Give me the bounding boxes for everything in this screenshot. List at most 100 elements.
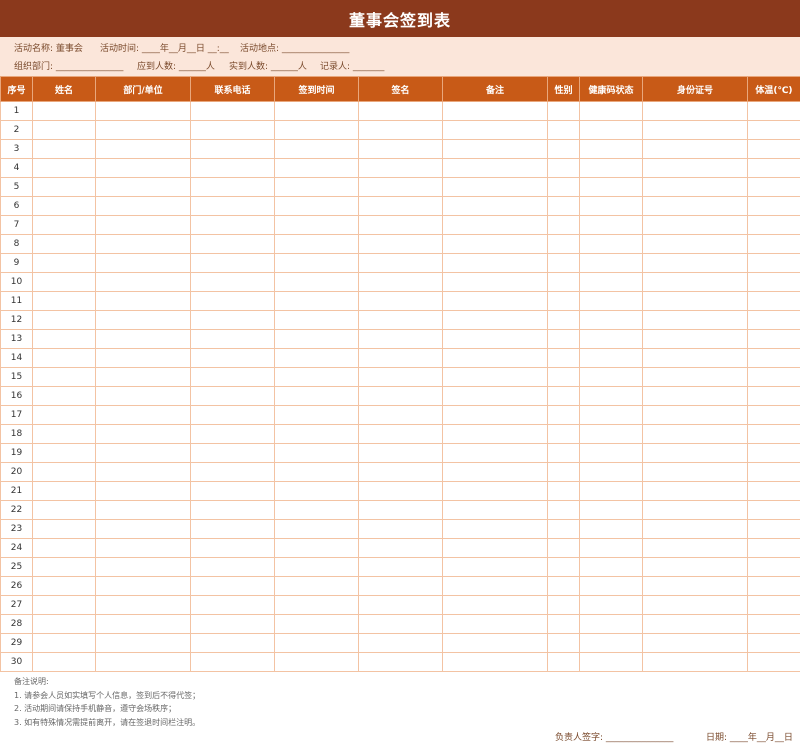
input-cell[interactable] — [358, 177, 443, 197]
input-cell[interactable] — [274, 538, 359, 558]
input-cell[interactable] — [32, 101, 96, 121]
input-cell[interactable] — [747, 652, 800, 672]
input-cell[interactable] — [547, 139, 580, 159]
input-cell[interactable] — [190, 652, 275, 672]
input-cell[interactable] — [274, 310, 359, 330]
input-cell[interactable] — [190, 291, 275, 311]
input-cell[interactable] — [95, 177, 191, 197]
input-cell[interactable] — [358, 348, 443, 368]
input-cell[interactable] — [190, 177, 275, 197]
input-cell[interactable] — [274, 386, 359, 406]
input-cell[interactable] — [442, 614, 548, 634]
input-cell[interactable] — [747, 519, 800, 539]
input-cell[interactable] — [747, 120, 800, 140]
input-cell[interactable] — [747, 139, 800, 159]
activity-time-field[interactable]: 活动时间: ____年__月__日 __:__ — [100, 41, 229, 54]
input-cell[interactable] — [190, 367, 275, 387]
input-cell[interactable] — [358, 424, 443, 444]
input-cell[interactable] — [274, 329, 359, 349]
input-cell[interactable] — [547, 367, 580, 387]
input-cell[interactable] — [642, 633, 748, 653]
input-cell[interactable] — [442, 177, 548, 197]
input-cell[interactable] — [747, 576, 800, 596]
input-cell[interactable] — [547, 538, 580, 558]
input-cell[interactable] — [95, 120, 191, 140]
input-cell[interactable] — [442, 538, 548, 558]
input-cell[interactable] — [747, 443, 800, 463]
input-cell[interactable] — [747, 557, 800, 577]
activity-place-field[interactable]: 活动地点: _______________ — [240, 41, 349, 54]
input-cell[interactable] — [190, 272, 275, 292]
input-cell[interactable] — [358, 139, 443, 159]
input-cell[interactable] — [358, 500, 443, 520]
input-cell[interactable] — [642, 614, 748, 634]
input-cell[interactable] — [32, 538, 96, 558]
input-cell[interactable] — [274, 519, 359, 539]
input-cell[interactable] — [547, 272, 580, 292]
input-cell[interactable] — [358, 253, 443, 273]
input-cell[interactable] — [579, 614, 643, 634]
input-cell[interactable] — [274, 196, 359, 216]
input-cell[interactable] — [32, 557, 96, 577]
input-cell[interactable] — [358, 595, 443, 615]
input-cell[interactable] — [642, 139, 748, 159]
input-cell[interactable] — [32, 272, 96, 292]
input-cell[interactable] — [747, 500, 800, 520]
input-cell[interactable] — [190, 405, 275, 425]
input-cell[interactable] — [579, 595, 643, 615]
input-cell[interactable] — [442, 139, 548, 159]
input-cell[interactable] — [32, 291, 96, 311]
input-cell[interactable] — [442, 253, 548, 273]
input-cell[interactable] — [442, 462, 548, 482]
input-cell[interactable] — [274, 633, 359, 653]
input-cell[interactable] — [32, 386, 96, 406]
input-cell[interactable] — [274, 234, 359, 254]
input-cell[interactable] — [547, 595, 580, 615]
input-cell[interactable] — [747, 614, 800, 634]
input-cell[interactable] — [274, 101, 359, 121]
input-cell[interactable] — [747, 291, 800, 311]
input-cell[interactable] — [579, 367, 643, 387]
input-cell[interactable] — [358, 367, 443, 387]
input-cell[interactable] — [95, 614, 191, 634]
input-cell[interactable] — [95, 158, 191, 178]
input-cell[interactable] — [358, 120, 443, 140]
input-cell[interactable] — [442, 443, 548, 463]
input-cell[interactable] — [747, 367, 800, 387]
date-field[interactable]: 日期: ____年__月__日 — [706, 730, 793, 743]
input-cell[interactable] — [274, 272, 359, 292]
input-cell[interactable] — [32, 120, 96, 140]
input-cell[interactable] — [95, 481, 191, 501]
input-cell[interactable] — [190, 424, 275, 444]
input-cell[interactable] — [747, 348, 800, 368]
input-cell[interactable] — [747, 101, 800, 121]
input-cell[interactable] — [547, 386, 580, 406]
input-cell[interactable] — [579, 272, 643, 292]
input-cell[interactable] — [547, 576, 580, 596]
input-cell[interactable] — [642, 101, 748, 121]
input-cell[interactable] — [358, 272, 443, 292]
input-cell[interactable] — [274, 177, 359, 197]
input-cell[interactable] — [642, 595, 748, 615]
input-cell[interactable] — [442, 557, 548, 577]
input-cell[interactable] — [274, 215, 359, 235]
input-cell[interactable] — [190, 120, 275, 140]
input-cell[interactable] — [642, 234, 748, 254]
input-cell[interactable] — [579, 215, 643, 235]
input-cell[interactable] — [32, 462, 96, 482]
input-cell[interactable] — [642, 386, 748, 406]
input-cell[interactable] — [95, 424, 191, 444]
input-cell[interactable] — [442, 101, 548, 121]
input-cell[interactable] — [642, 196, 748, 216]
input-cell[interactable] — [547, 215, 580, 235]
input-cell[interactable] — [547, 424, 580, 444]
input-cell[interactable] — [190, 557, 275, 577]
input-cell[interactable] — [274, 557, 359, 577]
input-cell[interactable] — [32, 595, 96, 615]
input-cell[interactable] — [747, 538, 800, 558]
input-cell[interactable] — [358, 291, 443, 311]
signature-field[interactable]: 负责人签字: _______________ — [555, 730, 673, 743]
input-cell[interactable] — [642, 348, 748, 368]
input-cell[interactable] — [547, 291, 580, 311]
activity-name-field[interactable]: 活动名称: 董事会 — [14, 41, 83, 54]
